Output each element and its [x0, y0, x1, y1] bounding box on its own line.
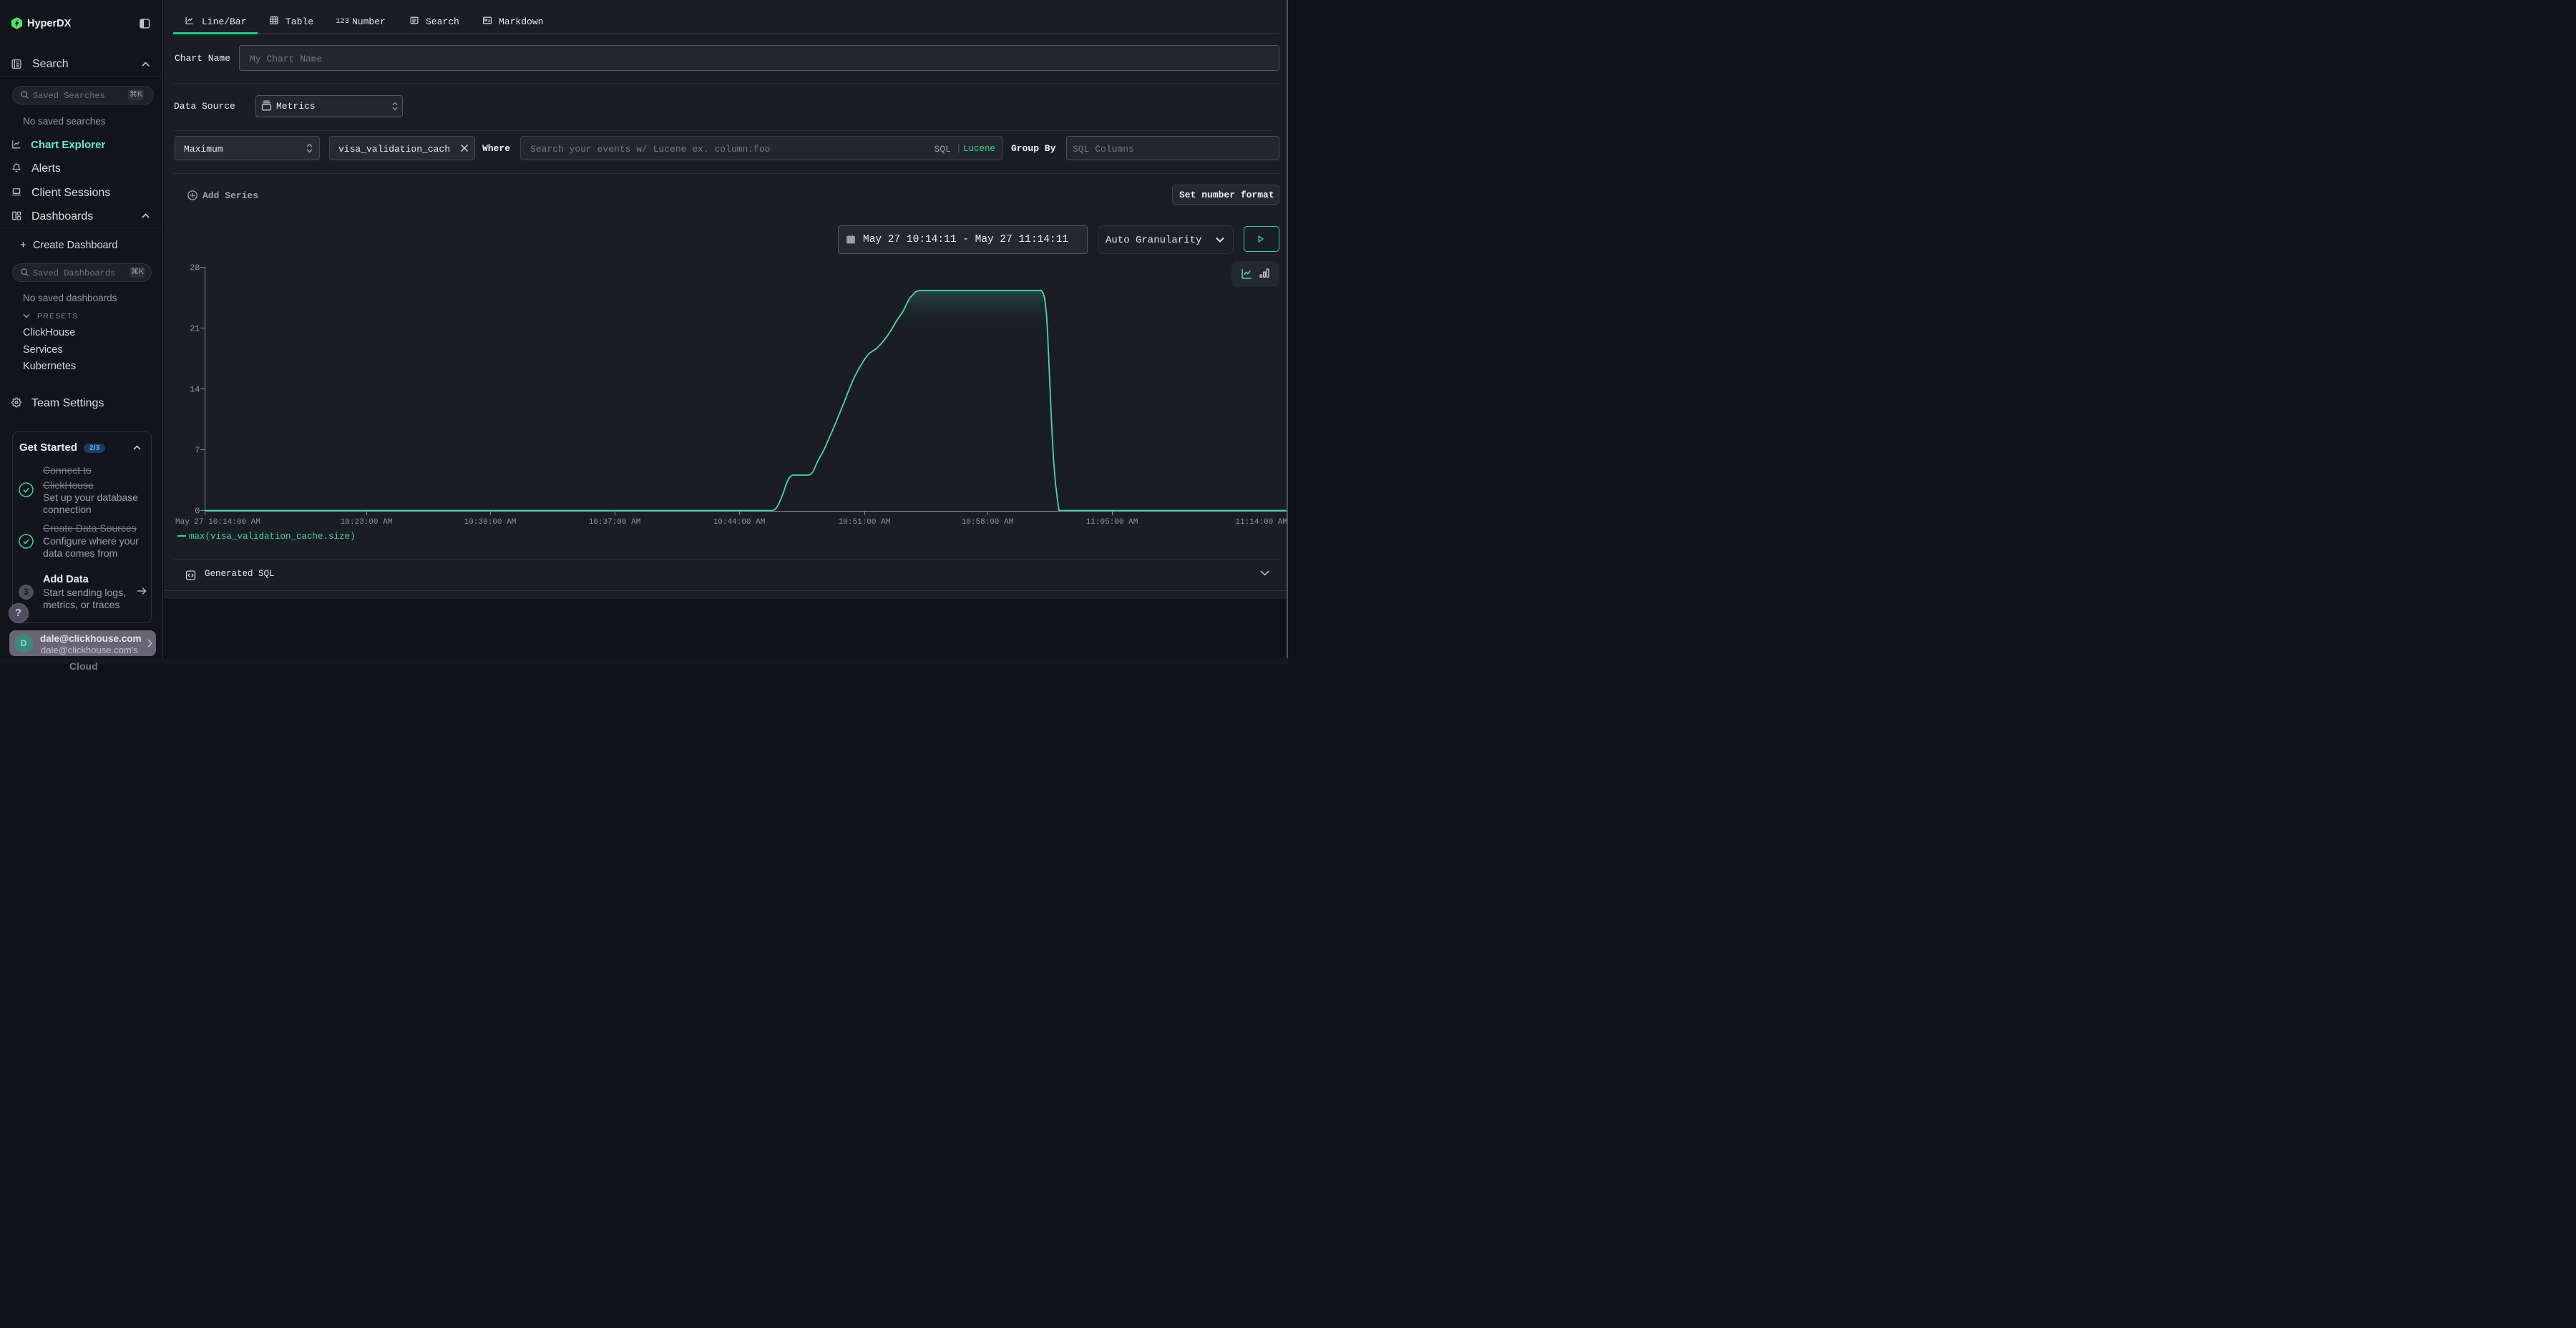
svg-text:10:37:00 AM: 10:37:00 AM	[589, 518, 641, 527]
svg-text:10:44:00 AM: 10:44:00 AM	[713, 518, 766, 527]
svg-text:10:51:00 AM: 10:51:00 AM	[839, 518, 891, 527]
svg-text:11:14:00 AM: 11:14:00 AM	[1235, 518, 1287, 527]
svg-text:max(visa_validation_cache.size: max(visa_validation_cache.size)	[189, 532, 356, 542]
svg-text:28: 28	[190, 263, 200, 273]
svg-text:21: 21	[190, 324, 200, 334]
svg-text:May 27 10:14:00 AM: May 27 10:14:00 AM	[175, 518, 260, 527]
svg-text:14: 14	[190, 385, 200, 395]
svg-text:11:05:00 AM: 11:05:00 AM	[1086, 518, 1138, 527]
svg-text:0: 0	[195, 507, 200, 517]
svg-text:10:23:00 AM: 10:23:00 AM	[341, 518, 393, 527]
svg-text:7: 7	[195, 446, 200, 456]
svg-text:10:30:00 AM: 10:30:00 AM	[464, 518, 517, 527]
svg-text:10:58:00 AM: 10:58:00 AM	[962, 518, 1014, 527]
